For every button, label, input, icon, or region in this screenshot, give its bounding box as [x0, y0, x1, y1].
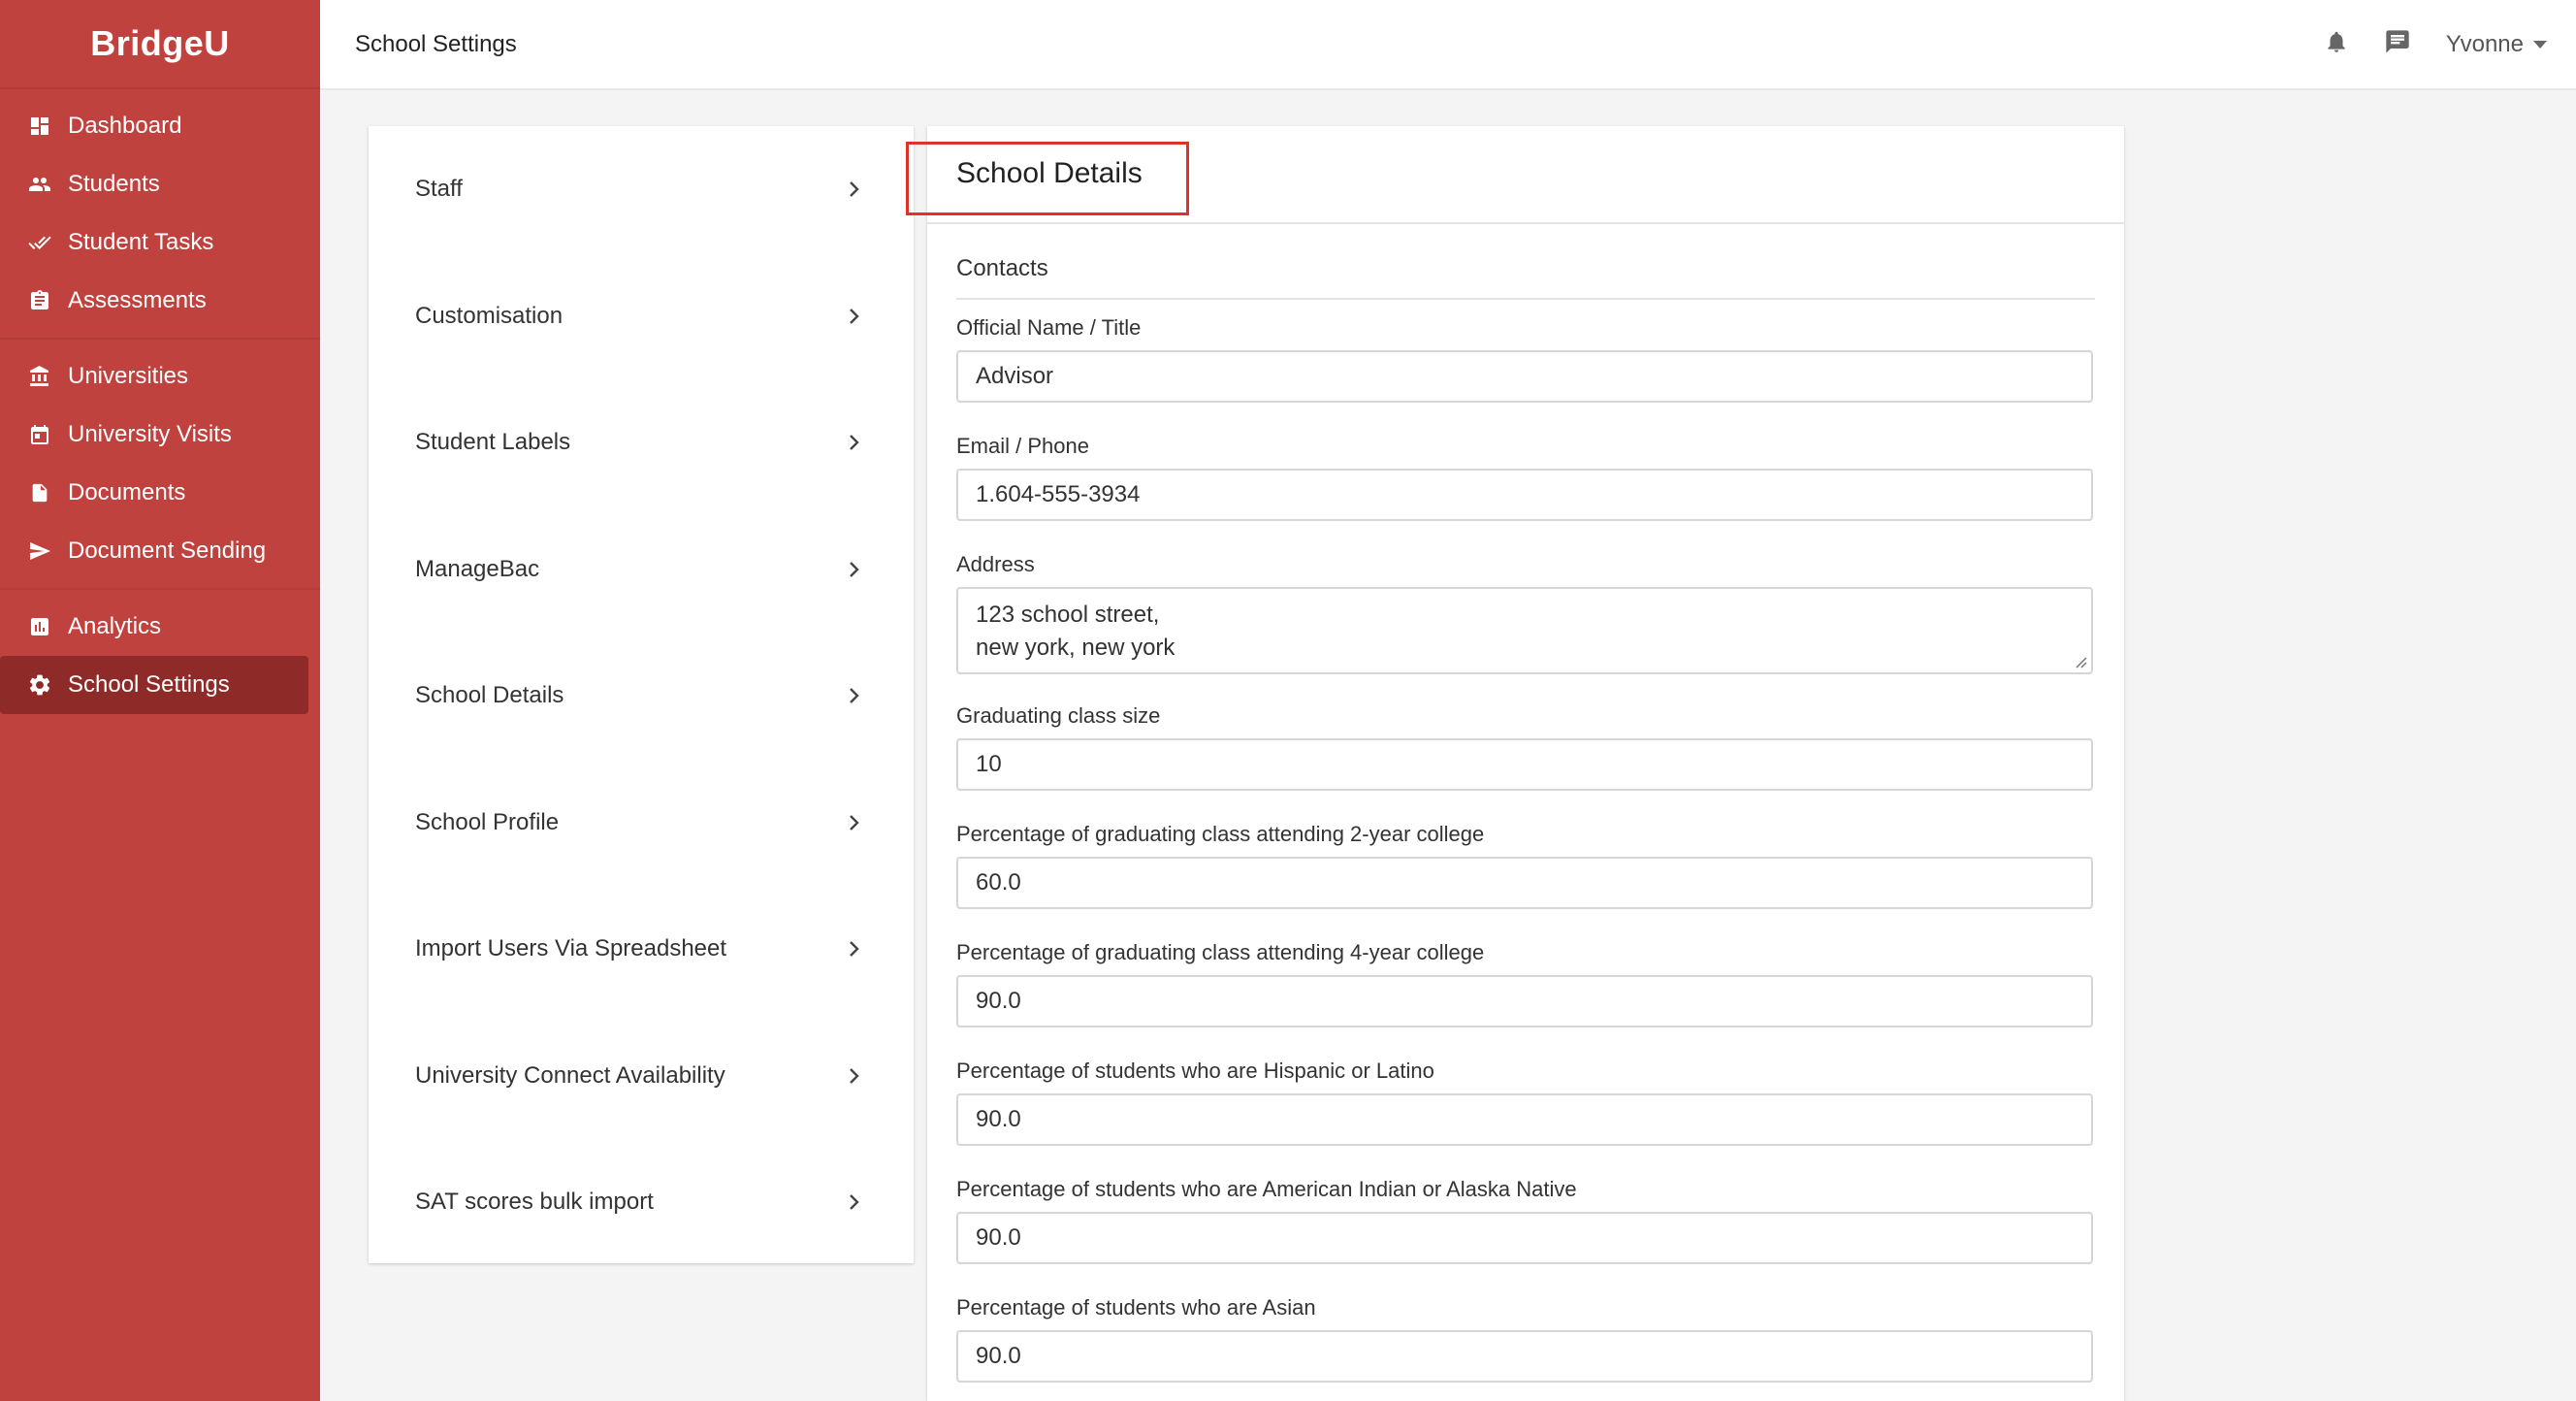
menu-item-student-labels[interactable]: Student Labels — [369, 379, 914, 506]
menu-item-label: SAT scores bulk import — [415, 1189, 654, 1216]
sidebar-item-label: Universities — [68, 363, 189, 389]
menu-item-label: Student Labels — [415, 429, 571, 456]
pct-hispanic-label: Percentage of students who are Hispanic … — [956, 1059, 1434, 1083]
top-header: School Settings Yvonne — [320, 0, 2576, 90]
pct-2yr-field[interactable]: 60.0 — [956, 857, 2093, 909]
clipboard-icon — [25, 286, 54, 315]
menu-item-label: Import Users Via Spreadsheet — [415, 935, 727, 962]
chat-icon[interactable] — [2384, 28, 2411, 60]
sidebar-item-label: Students — [68, 171, 160, 197]
chevron-right-icon — [844, 812, 865, 833]
chevron-right-icon — [844, 432, 865, 453]
pct-4yr-field[interactable]: 90.0 — [956, 975, 2093, 1027]
menu-item-staff[interactable]: Staff — [369, 126, 914, 253]
menu-item-school-details[interactable]: School Details — [369, 633, 914, 760]
section-contacts: Contacts — [956, 224, 2095, 300]
sidebar-item-student-tasks[interactable]: Student Tasks — [0, 213, 308, 272]
menu-item-school-profile[interactable]: School Profile — [369, 760, 914, 887]
sidebar-item-label: Document Sending — [68, 538, 267, 564]
details-header: School Details — [906, 126, 2124, 224]
menu-item-customisation[interactable]: Customisation — [369, 253, 914, 380]
sidebar-item-analytics[interactable]: Analytics — [0, 598, 308, 656]
chevron-right-icon — [844, 1065, 865, 1087]
menu-item-label: Staff — [415, 176, 463, 203]
sidebar-item-label: Documents — [68, 479, 186, 505]
sidebar-item-label: Dashboard — [68, 113, 182, 139]
address-label: Address — [956, 552, 1035, 576]
sidebar-item-label: Analytics — [68, 613, 162, 639]
chevron-right-icon — [844, 938, 865, 960]
school-details-panel: School Details Contacts Official Name / … — [906, 126, 2124, 1401]
email-phone-label: Email / Phone — [956, 434, 1089, 458]
sidebar-item-school-settings[interactable]: School Settings — [0, 656, 308, 714]
menu-item-label: School Profile — [415, 808, 560, 835]
menu-item-label: ManageBac — [415, 555, 540, 582]
pct-native-field[interactable]: 90.0 — [956, 1212, 2093, 1264]
sidebar-item-universities[interactable]: Universities — [0, 347, 308, 406]
menu-item-managebac[interactable]: ManageBac — [369, 506, 914, 634]
details-form: Contacts Official Name / Title Advisor E… — [927, 224, 2124, 1383]
sidebar-item-label: University Visits — [68, 421, 232, 447]
user-name: Yvonne — [2445, 30, 2524, 57]
menu-item-label: School Details — [415, 682, 564, 709]
nav-group-universities: Universities University Visits Documents… — [0, 340, 320, 590]
sidebar-item-documents[interactable]: Documents — [0, 464, 308, 522]
people-icon — [25, 170, 54, 199]
logo-text: BridgeU — [90, 23, 230, 63]
double-check-icon — [25, 228, 54, 257]
pct-4yr-label: Percentage of graduating class attending… — [956, 940, 1485, 964]
pct-asian-field[interactable]: 90.0 — [956, 1330, 2093, 1383]
official-name-label: Official Name / Title — [956, 315, 1142, 340]
sidebar: BridgeU Dashboard Students Student Tasks… — [0, 0, 320, 1401]
sidebar-item-dashboard[interactable]: Dashboard — [0, 97, 308, 155]
chevron-right-icon — [844, 685, 865, 706]
nav-group-main: Dashboard Students Student Tasks Assessm… — [0, 89, 320, 340]
send-icon — [25, 537, 54, 566]
address-value: 123 school street, new york, new york — [976, 602, 1175, 661]
pct-2yr-label: Percentage of graduating class attending… — [956, 822, 1485, 846]
user-menu[interactable]: Yvonne — [2446, 31, 2547, 58]
resize-handle-icon[interactable] — [2074, 655, 2087, 668]
official-name-field[interactable]: Advisor — [956, 350, 2093, 403]
email-phone-field[interactable]: 1.604-555-3934 — [956, 469, 2093, 521]
dashboard-icon — [25, 112, 54, 141]
bell-icon[interactable] — [2324, 28, 2349, 60]
gear-icon — [25, 670, 54, 700]
chevron-down-icon — [2533, 40, 2547, 49]
pct-native-label: Percentage of students who are American … — [956, 1177, 1577, 1201]
sidebar-item-university-visits[interactable]: University Visits — [0, 406, 308, 464]
pct-hispanic-field[interactable]: 90.0 — [956, 1093, 2093, 1146]
sidebar-item-label: School Settings — [68, 671, 230, 698]
class-size-label: Graduating class size — [956, 703, 1161, 728]
sidebar-item-label: Student Tasks — [68, 229, 214, 255]
class-size-field[interactable]: 10 — [956, 738, 2093, 791]
chevron-right-icon — [844, 179, 865, 200]
chart-icon — [25, 612, 54, 641]
sidebar-item-assessments[interactable]: Assessments — [0, 272, 308, 330]
chevron-right-icon — [844, 306, 865, 327]
menu-item-label: Customisation — [415, 302, 564, 329]
menu-item-university-connect[interactable]: University Connect Availability — [369, 1013, 914, 1140]
institution-icon — [25, 362, 54, 391]
nav-group-settings: Analytics School Settings — [0, 590, 320, 722]
address-field[interactable]: 123 school street, new york, new york — [956, 587, 2093, 674]
pct-asian-label: Percentage of students who are Asian — [956, 1295, 1316, 1320]
bridgeu-logo[interactable]: BridgeU — [0, 0, 320, 89]
menu-item-label: University Connect Availability — [415, 1061, 725, 1089]
sidebar-item-students[interactable]: Students — [0, 155, 308, 213]
chevron-right-icon — [844, 1191, 865, 1213]
header-actions: Yvonne — [2324, 28, 2547, 60]
calendar-icon — [25, 420, 54, 449]
settings-menu: Staff Customisation Student Labels Manag… — [369, 126, 914, 1263]
page-title: School Settings — [355, 30, 517, 57]
details-title: School Details — [956, 157, 1143, 189]
sidebar-item-document-sending[interactable]: Document Sending — [0, 522, 308, 580]
document-icon — [25, 478, 54, 507]
sidebar-item-label: Assessments — [68, 287, 207, 313]
menu-item-sat-import[interactable]: SAT scores bulk import — [369, 1139, 914, 1266]
chevron-right-icon — [844, 559, 865, 580]
menu-item-import-users[interactable]: Import Users Via Spreadsheet — [369, 886, 914, 1013]
